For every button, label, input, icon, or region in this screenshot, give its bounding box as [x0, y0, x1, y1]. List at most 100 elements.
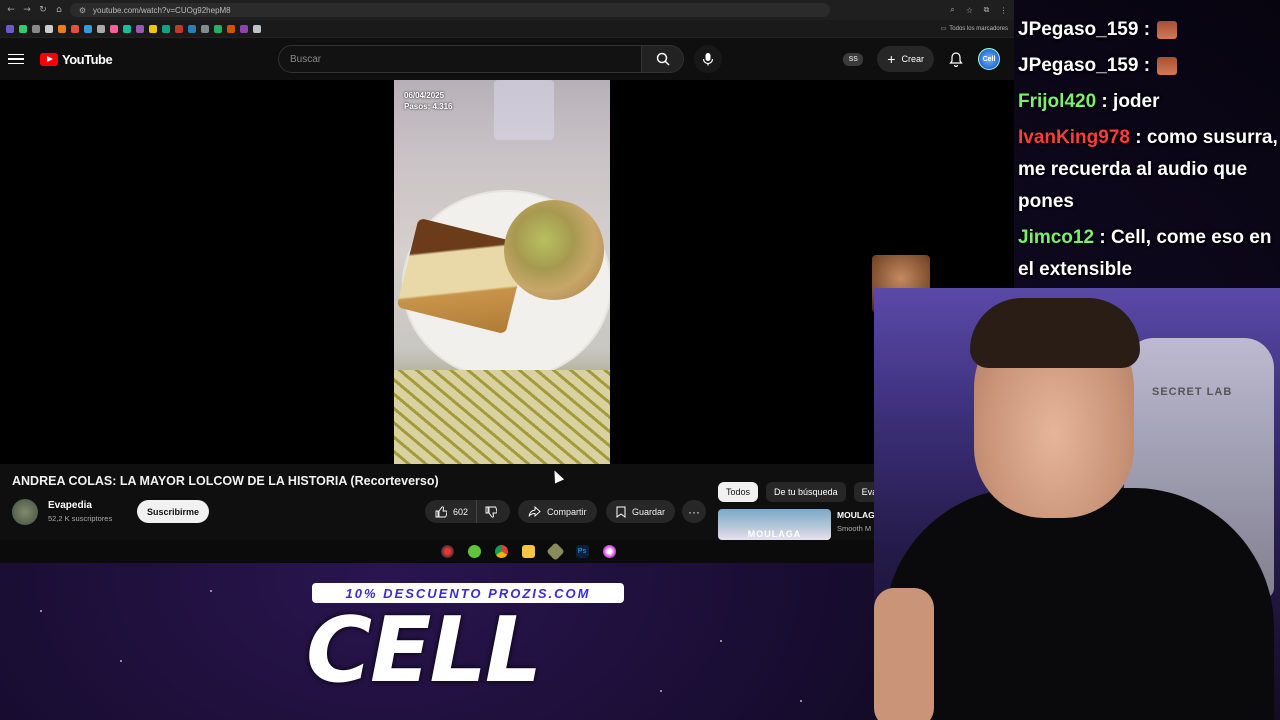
notifications-bell-icon[interactable]: [948, 51, 964, 67]
search-button[interactable]: [642, 45, 684, 73]
app-icon[interactable]: [602, 545, 616, 558]
chat-username[interactable]: Frijol420: [1018, 91, 1096, 112]
bookmark-icon[interactable]: [214, 24, 222, 33]
reload-icon[interactable]: ↻: [38, 5, 48, 15]
ss-badge[interactable]: SS: [843, 52, 864, 66]
like-button[interactable]: 602: [425, 500, 478, 523]
water-glass: [494, 80, 554, 140]
zoom-icon[interactable]: ⌕: [948, 5, 957, 15]
site-info-icon[interactable]: ⚙: [78, 6, 87, 15]
channel-name[interactable]: Evapedia: [48, 500, 92, 511]
spotify-icon[interactable]: [467, 545, 481, 558]
recommended-title[interactable]: MOULAG: [837, 510, 875, 520]
search-input[interactable]: Buscar: [278, 45, 642, 73]
bookmark-icon[interactable]: [227, 24, 235, 33]
recommended-channel: Smooth M: [837, 524, 872, 533]
bookmark-icon[interactable]: [32, 24, 40, 33]
chat-separator: :: [1094, 227, 1111, 248]
video-player[interactable]: 06/04/2025 Pasos: 4.316: [0, 80, 1014, 464]
address-bar[interactable]: ⚙ youtube.com/watch?v=CUOg92hepM8: [70, 3, 830, 17]
webcam-feed: SECRET LAB: [874, 288, 1280, 720]
more-actions-button[interactable]: ···: [682, 500, 706, 523]
folder-icon: ▭: [940, 26, 947, 32]
dislike-button[interactable]: [477, 500, 505, 523]
bookmark-icon[interactable]: [188, 24, 196, 33]
video-metadata: ANDREA COLAS: LA MAYOR LOLCOW DE LA HIST…: [0, 464, 1014, 540]
streamer-hair: [970, 298, 1140, 368]
share-button[interactable]: Compartir: [518, 500, 597, 523]
youtube-header: YouTube Buscar SS + Crear Cell: [0, 38, 1014, 80]
search-placeholder: Buscar: [290, 53, 322, 65]
star: [720, 640, 722, 642]
bookmark-icon[interactable]: [6, 24, 14, 33]
bookmark-icon[interactable]: [240, 24, 248, 33]
home-icon[interactable]: ⌂: [54, 5, 64, 15]
bookmark-icon[interactable]: [162, 24, 170, 33]
video-title: ANDREA COLAS: LA MAYOR LOLCOW DE LA HIST…: [12, 474, 439, 488]
channel-avatar[interactable]: [12, 499, 38, 525]
save-button[interactable]: Guardar: [606, 500, 676, 523]
bookmark-icon[interactable]: [201, 24, 209, 33]
bookmark-icon[interactable]: [71, 24, 79, 33]
star: [40, 610, 42, 612]
youtube-wordmark: YouTube: [62, 51, 113, 67]
bookmark-icon[interactable]: [84, 24, 92, 33]
photoshop-icon[interactable]: Ps: [575, 545, 589, 558]
menu-icon[interactable]: ⋮: [999, 6, 1008, 15]
chat-separator: :: [1129, 127, 1147, 148]
bookmark-icon[interactable]: [19, 24, 27, 33]
streamer-arm: [874, 588, 934, 720]
forward-icon[interactable]: →: [22, 5, 32, 15]
bookmark-icon[interactable]: [97, 24, 105, 33]
chat-message: JPegaso_159 :: [1018, 50, 1280, 82]
video-frame[interactable]: 06/04/2025 Pasos: 4.316: [394, 80, 610, 464]
file-explorer-icon[interactable]: [521, 545, 535, 558]
thumbs-down-icon: [485, 506, 498, 518]
bookmark-icon[interactable]: [175, 24, 183, 33]
share-label: Compartir: [547, 506, 587, 517]
chat-username[interactable]: JPegaso_159: [1018, 19, 1138, 40]
account-avatar[interactable]: Cell: [978, 48, 1000, 70]
chat-text: joder: [1113, 91, 1160, 112]
like-dislike-group: 602: [425, 500, 510, 523]
bookmark-icon[interactable]: [58, 24, 66, 33]
back-icon[interactable]: ←: [6, 5, 16, 15]
recommended-thumb-text: MOULAGA: [747, 529, 802, 539]
all-bookmarks-label: Todos los marcadores: [949, 25, 1008, 32]
bookmark-icon[interactable]: [45, 24, 53, 33]
overlay-date: 06/04/2025: [404, 91, 445, 100]
star: [210, 590, 212, 592]
chip-de-tu-busqueda[interactable]: De tu búsqueda: [766, 482, 846, 502]
youtube-logo[interactable]: YouTube: [40, 51, 113, 67]
app-icon[interactable]: [545, 542, 565, 561]
os-taskbar: Ps: [0, 540, 1014, 563]
chat-emote-icon: [1157, 20, 1178, 39]
chat-emote-icon: [1157, 56, 1178, 75]
chat-username[interactable]: JPegaso_159: [1018, 55, 1138, 76]
obs-icon[interactable]: [440, 545, 454, 558]
all-bookmarks[interactable]: ▭ Todos los marcadores: [940, 25, 1008, 33]
browser-window: ← → ↻ ⌂ ⚙ youtube.com/watch?v=CUOg92hepM…: [0, 0, 1014, 563]
star: [120, 660, 122, 662]
bookmark-icon[interactable]: [110, 24, 118, 33]
browser-toolbar: ← → ↻ ⌂ ⚙ youtube.com/watch?v=CUOg92hepM…: [0, 0, 1014, 20]
chat-username[interactable]: IvanKing978: [1018, 127, 1130, 148]
chrome-icon[interactable]: [494, 545, 508, 558]
chat-username[interactable]: Jimco12: [1018, 227, 1094, 248]
hamburger-menu-icon[interactable]: [8, 53, 24, 65]
recommended-thumbnail[interactable]: MOULAGA: [718, 509, 831, 540]
chip-todos[interactable]: Todos: [718, 482, 759, 502]
create-button[interactable]: + Crear: [877, 46, 934, 72]
youtube-play-icon: [40, 52, 58, 66]
voice-search-button[interactable]: [694, 45, 722, 73]
bookmark-icon[interactable]: [136, 24, 144, 33]
share-arrow-icon: [528, 506, 541, 517]
subscribe-button[interactable]: Suscribirme: [137, 500, 210, 523]
bookmark-icon[interactable]: [123, 24, 131, 33]
star-bookmark-icon[interactable]: ☆: [965, 6, 974, 15]
bookmark-icon[interactable]: [253, 24, 261, 33]
like-count: 602: [453, 506, 469, 517]
extensions-icon[interactable]: ⧉: [982, 5, 991, 15]
bookmark-icon[interactable]: [149, 24, 157, 33]
chat-message: Frijol420 : joder: [1018, 86, 1280, 118]
